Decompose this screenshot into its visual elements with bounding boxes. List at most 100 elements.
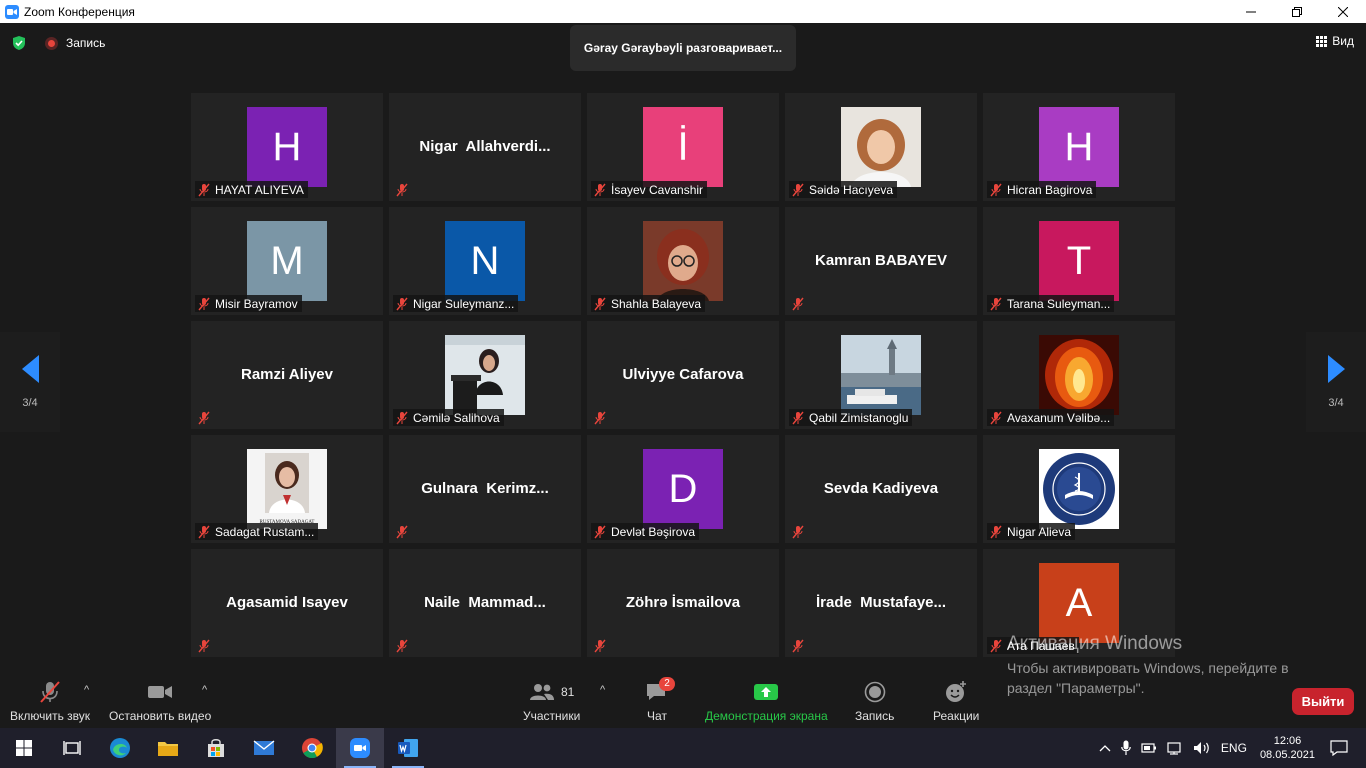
- mic-muted-icon: [395, 639, 409, 653]
- chat-button[interactable]: 2 Чат: [645, 677, 675, 723]
- participant-name: Tarana Suleyman...: [1007, 296, 1111, 311]
- mic-muted-icon: [593, 183, 607, 197]
- participant-name-label: [393, 637, 417, 654]
- participant-name: Qabil Zimistanoglu: [809, 410, 909, 425]
- restore-icon[interactable]: [1274, 0, 1320, 23]
- window-controls: [1228, 0, 1366, 23]
- participant-tile[interactable]: D Devlət Bəşirova: [587, 435, 779, 543]
- windows-start-icon[interactable]: [0, 728, 48, 768]
- participant-tile[interactable]: Kamran BABAYEV: [785, 207, 977, 315]
- word-icon[interactable]: [384, 728, 432, 768]
- participant-name: Sadagat Rustam...: [215, 524, 315, 539]
- participant-tile[interactable]: Qabil Zimistanoglu: [785, 321, 977, 429]
- participant-name-label: Tarana Suleyman...: [987, 295, 1115, 312]
- share-screen-label: Демонстрация экрана: [705, 709, 828, 723]
- participants-label: Участники: [523, 709, 581, 723]
- reactions-button[interactable]: Реакции: [933, 678, 979, 723]
- participant-name-label: Avaxanum Vəlibə...: [987, 409, 1115, 426]
- video-options-chevron-up-icon[interactable]: ^: [202, 684, 207, 696]
- participants-button[interactable]: 81 Участники: [523, 678, 580, 723]
- battery-icon[interactable]: [1141, 741, 1157, 755]
- minimize-icon[interactable]: [1228, 0, 1274, 23]
- close-icon[interactable]: [1320, 0, 1366, 23]
- participant-name-label: [195, 637, 219, 654]
- participant-name: Nigar Alieva: [1007, 524, 1072, 539]
- notifications-icon[interactable]: [1330, 740, 1348, 756]
- participant-tile[interactable]: Cəmilə Salihova: [389, 321, 581, 429]
- chevron-up-icon[interactable]: [1099, 744, 1111, 752]
- encryption-shield-icon[interactable]: [11, 35, 27, 51]
- participants-chevron-up-icon[interactable]: ^: [600, 684, 605, 696]
- participant-name-label: Devlət Bəşirova: [591, 523, 700, 540]
- clock-date: 08.05.2021: [1259, 749, 1315, 761]
- mic-muted-icon: [791, 525, 805, 539]
- participant-name-label: [789, 295, 813, 312]
- participant-initial-avatar: D: [643, 449, 723, 529]
- participant-tile[interactable]: T Tarana Suleyman...: [983, 207, 1175, 315]
- participant-name: Shahla Balayeva: [611, 296, 702, 311]
- store-icon[interactable]: [192, 728, 240, 768]
- participant-name: Hicran Bagirova: [1007, 182, 1093, 197]
- participant-tile[interactable]: M Misir Bayramov: [191, 207, 383, 315]
- previous-page-button[interactable]: 3/4: [0, 332, 60, 432]
- participant-name-label: [393, 523, 417, 540]
- participant-tile[interactable]: Shahla Balayeva: [587, 207, 779, 315]
- participant-name-label: Ата Пашаев: [987, 637, 1079, 654]
- participant-tile[interactable]: İrade Mustafaye...: [785, 549, 977, 657]
- participant-name-label: Misir Bayramov: [195, 295, 302, 312]
- unmute-button[interactable]: Включить звук: [10, 678, 90, 723]
- participant-tile[interactable]: RUSTAMOVA SADAGATSadagat Rustam...: [191, 435, 383, 543]
- participant-initial-avatar: A: [1039, 563, 1119, 643]
- participant-tile[interactable]: Sevda Kadiyeva: [785, 435, 977, 543]
- volume-icon[interactable]: [1193, 741, 1211, 755]
- chrome-icon[interactable]: [288, 728, 336, 768]
- participant-name-label: İsayev Cavanshir: [591, 181, 708, 198]
- share-screen-button[interactable]: Демонстрация экрана: [705, 678, 828, 723]
- participant-tile[interactable]: Naile Mammad...: [389, 549, 581, 657]
- participant-name-label: [195, 409, 219, 426]
- participant-tile[interactable]: Ulviyye Cafarova: [587, 321, 779, 429]
- language-indicator[interactable]: ENG: [1221, 741, 1247, 755]
- next-page-button[interactable]: 3/4: [1306, 332, 1366, 432]
- mail-icon[interactable]: [240, 728, 288, 768]
- task-view-icon[interactable]: [48, 728, 96, 768]
- file-explorer-icon[interactable]: [144, 728, 192, 768]
- active-speaker-banner: Gəray Gəraybəyli разговаривает...: [570, 25, 796, 71]
- participant-tile[interactable]: Avaxanum Vəlibə...: [983, 321, 1175, 429]
- participant-tile[interactable]: Nigar Alieva: [983, 435, 1175, 543]
- mic-muted-icon: [791, 411, 805, 425]
- participant-tile[interactable]: Ramzi Aliyev: [191, 321, 383, 429]
- participant-display-name: Ramzi Aliyev: [241, 365, 333, 383]
- mic-muted-icon: [395, 297, 409, 311]
- participant-tile[interactable]: Səidə Hacıyeva: [785, 93, 977, 201]
- zoom-icon[interactable]: [336, 728, 384, 768]
- participant-tile[interactable]: Zöhrə İsmailova: [587, 549, 779, 657]
- participant-initial-avatar: N: [445, 221, 525, 301]
- view-button[interactable]: Вид: [1316, 34, 1354, 48]
- participant-tile[interactable]: H Hicran Bagirova: [983, 93, 1175, 201]
- participant-tile[interactable]: A Ата Пашаев: [983, 549, 1175, 657]
- participant-tile[interactable]: Nigar Allahverdi...: [389, 93, 581, 201]
- participant-name-label: HAYAT ALIYEVA: [195, 181, 308, 198]
- participant-tile[interactable]: Gulnara Kerimz...: [389, 435, 581, 543]
- participant-name-label: [789, 637, 813, 654]
- taskbar-clock[interactable]: 12:06 08.05.2021: [1260, 734, 1315, 762]
- participant-tile[interactable]: İ İsayev Cavanshir: [587, 93, 779, 201]
- participant-tile[interactable]: Agasamid Isayev: [191, 549, 383, 657]
- recording-indicator[interactable]: Запись: [45, 36, 105, 50]
- record-button[interactable]: Запись: [855, 678, 894, 723]
- clock-time: 12:06: [1273, 735, 1302, 747]
- audio-options-chevron-up-icon[interactable]: ^: [84, 684, 89, 696]
- participant-tile[interactable]: H HAYAT ALIYEVA: [191, 93, 383, 201]
- participant-name-label: Shahla Balayeva: [591, 295, 706, 312]
- participant-initial-avatar: H: [1039, 107, 1119, 187]
- participant-tile[interactable]: N Nigar Suleymanz...: [389, 207, 581, 315]
- edge-icon[interactable]: [96, 728, 144, 768]
- fire-phoenix-photo: [1039, 335, 1119, 415]
- leave-button[interactable]: Выйти: [1292, 688, 1354, 715]
- microphone-icon[interactable]: [1121, 740, 1131, 756]
- participant-name-label: Hicran Bagirova: [987, 181, 1097, 198]
- mic-muted-icon: [197, 297, 211, 311]
- stop-video-button[interactable]: Остановить видео: [109, 678, 211, 723]
- network-icon[interactable]: [1167, 741, 1183, 755]
